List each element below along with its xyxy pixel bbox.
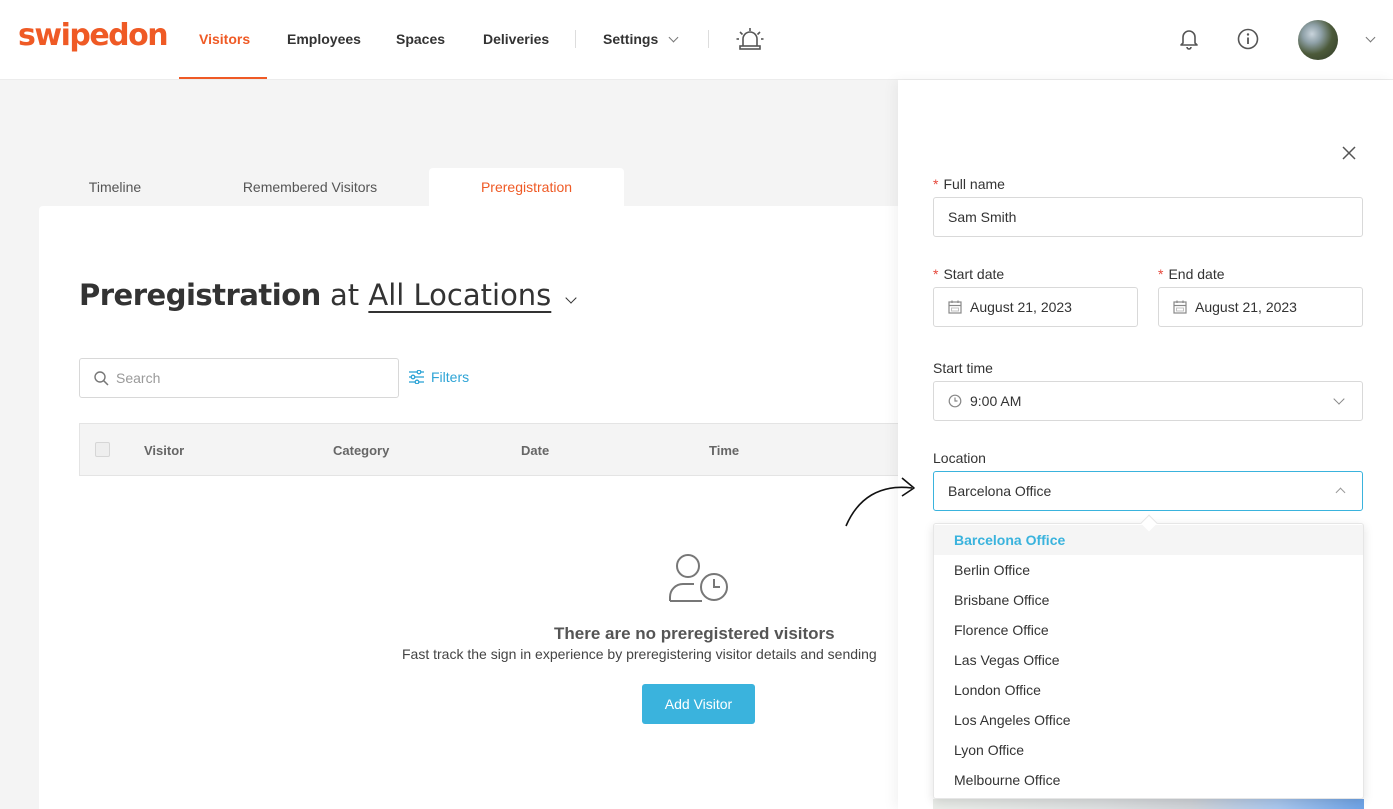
location-dropdown: Barcelona Office Berlin Office Brisbane …	[933, 523, 1364, 799]
page-title-at: at	[329, 278, 360, 312]
filters-button[interactable]: Filters	[409, 369, 469, 385]
nav-settings[interactable]: Settings	[603, 31, 679, 47]
full-name-label: * Full name	[933, 176, 1005, 192]
info-icon[interactable]	[1237, 28, 1259, 50]
alarm-icon[interactable]	[736, 27, 764, 51]
tab-timeline[interactable]: Timeline	[39, 168, 191, 206]
nav-deliveries[interactable]: Deliveries	[483, 31, 549, 47]
add-visitor-panel: * Full name Sam Smith * Start date August …	[898, 80, 1393, 809]
calendar-icon	[948, 300, 962, 314]
map-preview	[933, 799, 1364, 809]
clock-icon	[948, 394, 962, 408]
filters-icon	[409, 370, 424, 384]
full-name-value: Sam Smith	[948, 209, 1017, 225]
tab-remembered-visitors[interactable]: Remembered Visitors	[209, 168, 411, 206]
end-date-field[interactable]: August 21, 2023	[1158, 287, 1363, 327]
location-label: Location	[933, 450, 986, 466]
search-input[interactable]	[116, 368, 386, 388]
end-date-label: * End date	[1158, 266, 1225, 282]
end-date-value: August 21, 2023	[1195, 299, 1297, 315]
location-option[interactable]: Berlin Office	[934, 555, 1363, 585]
column-time: Time	[709, 443, 740, 458]
calendar-icon	[1173, 300, 1187, 314]
search-input-wrapper	[79, 358, 399, 398]
top-nav-bar: swipedon Visitors Employees Spaces Deliv…	[0, 0, 1393, 80]
chevron-down-icon	[668, 32, 679, 43]
chevron-down-icon	[1333, 393, 1345, 405]
filters-label: Filters	[431, 369, 470, 385]
add-visitor-button[interactable]: Add Visitor	[642, 684, 755, 724]
user-clock-icon	[669, 554, 728, 602]
column-date: Date	[521, 443, 550, 458]
start-date-label: * Start date	[933, 266, 1005, 282]
chevron-up-icon	[1335, 487, 1346, 498]
location-option[interactable]: Las Vegas Office	[934, 645, 1363, 675]
start-time-label: Start time	[933, 360, 993, 376]
location-value: Barcelona Office	[948, 483, 1052, 499]
select-all-checkbox[interactable]	[95, 442, 110, 457]
chevron-down-icon[interactable]	[1365, 32, 1376, 43]
start-time-value: 9:00 AM	[970, 393, 1022, 409]
curved-arrow-icon	[845, 477, 915, 527]
chevron-down-icon[interactable]	[564, 292, 577, 304]
location-selector[interactable]: All Locations	[368, 278, 551, 312]
start-time-select[interactable]: 9:00 AM	[933, 381, 1363, 421]
nav-settings-label: Settings	[603, 31, 659, 47]
full-name-field[interactable]: Sam Smith	[933, 197, 1363, 237]
column-visitor: Visitor	[144, 443, 185, 458]
location-option[interactable]: Lyon Office	[934, 735, 1363, 765]
location-option[interactable]: Brisbane Office	[934, 585, 1363, 615]
start-date-value: August 21, 2023	[970, 299, 1072, 315]
page-title-text: Preregistration	[79, 278, 321, 312]
location-option[interactable]: London Office	[934, 675, 1363, 705]
location-select[interactable]: Barcelona Office	[933, 471, 1363, 511]
nav-divider	[708, 30, 709, 48]
swipedon-logo[interactable]: swipedon	[18, 18, 169, 53]
page-title: Preregistration at All Locations	[79, 278, 577, 312]
location-option[interactable]: Melbourne Office	[934, 765, 1363, 795]
column-category: Category	[333, 443, 390, 458]
nav-divider	[575, 30, 576, 48]
bell-icon[interactable]	[1179, 28, 1199, 50]
nav-spaces[interactable]: Spaces	[396, 31, 445, 47]
location-option[interactable]: Florence Office	[934, 615, 1363, 645]
location-option[interactable]: Los Angeles Office	[934, 705, 1363, 735]
search-icon	[94, 371, 109, 386]
table-header: Visitor Category Date Time	[79, 423, 919, 476]
empty-state-title: There are no preregistered visitors	[554, 624, 835, 643]
nav-employees[interactable]: Employees	[287, 31, 361, 47]
active-nav-indicator	[179, 77, 267, 79]
nav-visitors[interactable]: Visitors	[199, 31, 250, 47]
start-date-field[interactable]: August 21, 2023	[933, 287, 1138, 327]
avatar[interactable]	[1298, 20, 1338, 60]
close-icon[interactable]	[1342, 146, 1356, 160]
tab-preregistration[interactable]: Preregistration	[429, 168, 624, 206]
empty-state-description: Fast track the sign in experience by pre…	[402, 646, 877, 662]
